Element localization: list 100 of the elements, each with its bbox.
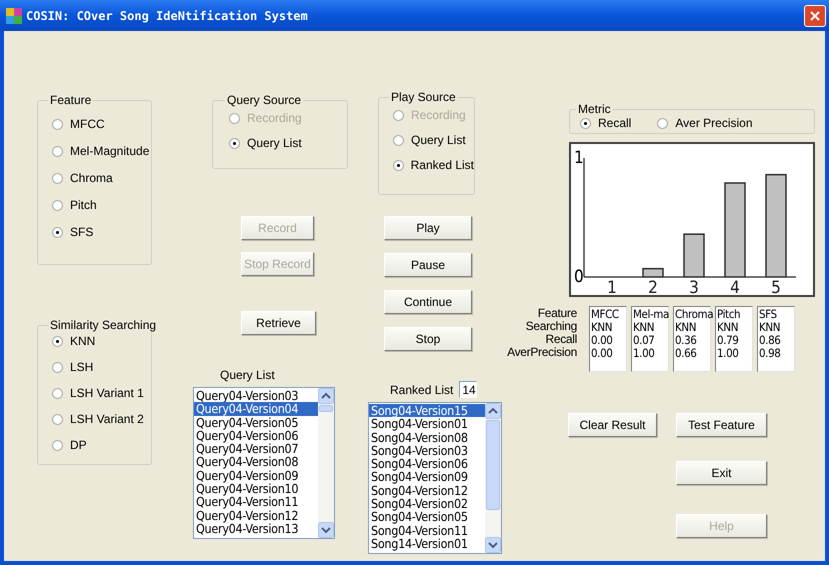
radio-option[interactable]: LSH Variant 2 <box>52 412 151 426</box>
list-item[interactable]: Query04-Version11 <box>194 495 318 509</box>
row-label: Recall <box>545 333 577 346</box>
window-title: COSIN: COver Song IdeNtification System <box>26 8 309 22</box>
result-value: KNN <box>591 321 614 334</box>
result-value: 0.00 <box>591 347 614 360</box>
radio-button[interactable] <box>393 160 404 170</box>
list-item[interactable]: Query04-Version09 <box>194 468 318 482</box>
result-value: KNN <box>675 321 698 334</box>
list-item[interactable]: Song04-Version08 <box>369 430 485 444</box>
scroll-thumb[interactable] <box>319 405 333 412</box>
radio-option[interactable]: Recall <box>580 116 632 130</box>
radio-option[interactable]: LSH Variant 1 <box>52 386 151 400</box>
scroll-up-icon <box>485 403 501 419</box>
close-button[interactable] <box>804 4 826 26</box>
radio-button[interactable] <box>52 200 63 210</box>
radio-button[interactable] <box>52 118 63 130</box>
radio-option[interactable]: Aver Precision <box>657 116 753 130</box>
list-item[interactable]: Song04-Version05 <box>369 510 485 524</box>
push-button[interactable]: Exit <box>676 461 767 485</box>
list-item[interactable]: Song04-Version12 <box>369 484 485 498</box>
radio-option[interactable]: Pitch <box>52 198 151 212</box>
list-item[interactable]: Song04-Version15 <box>369 404 485 418</box>
tick-label: 5 <box>771 278 781 295</box>
result-value: Mel-ma <box>633 308 668 321</box>
list-box[interactable]: Song04-Version15 Song04-Version01 Song04-Version08 Song04-Version03 Song04-Version06 Song04-Version09 Song04-Version12 Song04-Version02 Song04-Version05 Song04-Version11 Song14-Version01 <box>368 402 502 554</box>
group-label: Feature <box>49 93 92 107</box>
scrollbar[interactable] <box>485 403 501 553</box>
result-value: KNN <box>759 321 782 334</box>
row-label: AverPrecision <box>507 346 577 359</box>
radio-button[interactable] <box>52 336 63 346</box>
close-icon <box>809 10 821 22</box>
push-button[interactable]: Pause <box>384 253 472 277</box>
result-value: KNN <box>633 321 656 334</box>
radio-option[interactable]: SFS <box>52 225 151 239</box>
scroll-up-icon <box>318 388 334 404</box>
list-item[interactable]: Song14-Version01 <box>369 536 485 550</box>
list-label: Query List <box>220 368 275 382</box>
list-item[interactable]: Song04-Version02 <box>369 497 485 510</box>
result-value: 0.36 <box>675 334 698 347</box>
radio-button[interactable] <box>657 118 668 128</box>
radio-button[interactable] <box>52 226 63 238</box>
result-value: 1.00 <box>717 347 740 360</box>
result-value: KNN <box>717 321 740 334</box>
push-button[interactable]: Stop <box>384 327 472 351</box>
count-field[interactable]: 14 <box>459 381 478 398</box>
list-item[interactable]: Song04-Version03 <box>369 444 485 458</box>
list-item[interactable]: Query04-Version07 <box>194 442 318 456</box>
result-value: 0.86 <box>759 334 782 347</box>
result-value: MFCC <box>591 308 620 321</box>
list-item[interactable]: Query04-Version06 <box>194 428 318 442</box>
radio-option[interactable]: KNN <box>52 334 151 348</box>
scroll-down-icon <box>318 522 334 538</box>
group-label: Query Source <box>226 93 302 107</box>
scrollbar[interactable] <box>318 388 334 538</box>
list-item[interactable]: Query04-Version10 <box>194 482 318 496</box>
list-label: Ranked List <box>390 382 454 396</box>
tick-label: 4 <box>730 278 740 295</box>
push-button[interactable]: Play <box>384 216 472 240</box>
radio-option[interactable]: DP <box>52 438 151 452</box>
radio-option[interactable]: Query List <box>393 133 474 147</box>
list-item[interactable]: Query04-Version03 <box>194 389 318 402</box>
radio-button[interactable] <box>52 362 63 372</box>
radio-button[interactable] <box>229 138 240 148</box>
list-item[interactable]: Song04-Version11 <box>369 524 485 537</box>
radio-option[interactable]: Chroma <box>52 171 151 185</box>
radio-option[interactable]: Ranked List <box>393 158 474 172</box>
list-item[interactable]: Query04-Version13 <box>194 522 318 536</box>
list-item[interactable]: Query04-Version12 <box>194 508 318 522</box>
push-button[interactable]: Continue <box>384 290 472 314</box>
list-item[interactable]: Song04-Version09 <box>369 470 485 484</box>
radio-button[interactable] <box>52 388 63 398</box>
scroll-thumb[interactable] <box>486 420 500 510</box>
push-button[interactable]: Test Feature <box>676 413 767 437</box>
result-value: 0.98 <box>759 347 782 360</box>
radio-button[interactable] <box>52 414 63 424</box>
radio-button[interactable] <box>52 172 63 184</box>
list-box[interactable]: Query04-Version03 Query04-Version04 Query04-Version05 Query04-Version06 Query04-Version07 Query04-Version08 Query04-Version09 Query04-Version10 Query04-Version11 Query04-Version12 Query04-Version13 <box>193 387 335 539</box>
list-item[interactable]: Song04-Version06 <box>369 457 485 470</box>
list-item[interactable]: Query04-Version04 <box>194 402 318 416</box>
scroll-down-icon <box>485 537 501 553</box>
push-button[interactable]: Retrieve <box>241 311 316 335</box>
result-value: Pitch <box>717 308 742 321</box>
list-item[interactable]: Query04-Version05 <box>194 416 318 429</box>
group-label: Metric <box>577 102 612 116</box>
tick-label: 1 <box>574 148 584 168</box>
result-value: 1.00 <box>633 347 656 360</box>
push-button[interactable]: Clear Result <box>568 413 657 437</box>
radio-button[interactable] <box>393 134 404 146</box>
radio-button[interactable] <box>52 440 63 450</box>
radio-option[interactable]: Query List <box>229 136 347 150</box>
radio-option[interactable]: Mel-Magnitude <box>52 144 151 158</box>
radio-button[interactable] <box>580 118 591 128</box>
tick-label: 0 <box>574 267 584 287</box>
radio-button[interactable] <box>52 146 63 156</box>
group-label: Play Source <box>390 90 457 104</box>
list-item[interactable]: Query04-Version08 <box>194 455 318 469</box>
list-item[interactable]: Song04-Version01 <box>369 417 485 431</box>
radio-option[interactable]: MFCC <box>52 117 151 131</box>
radio-option[interactable]: LSH <box>52 360 151 374</box>
